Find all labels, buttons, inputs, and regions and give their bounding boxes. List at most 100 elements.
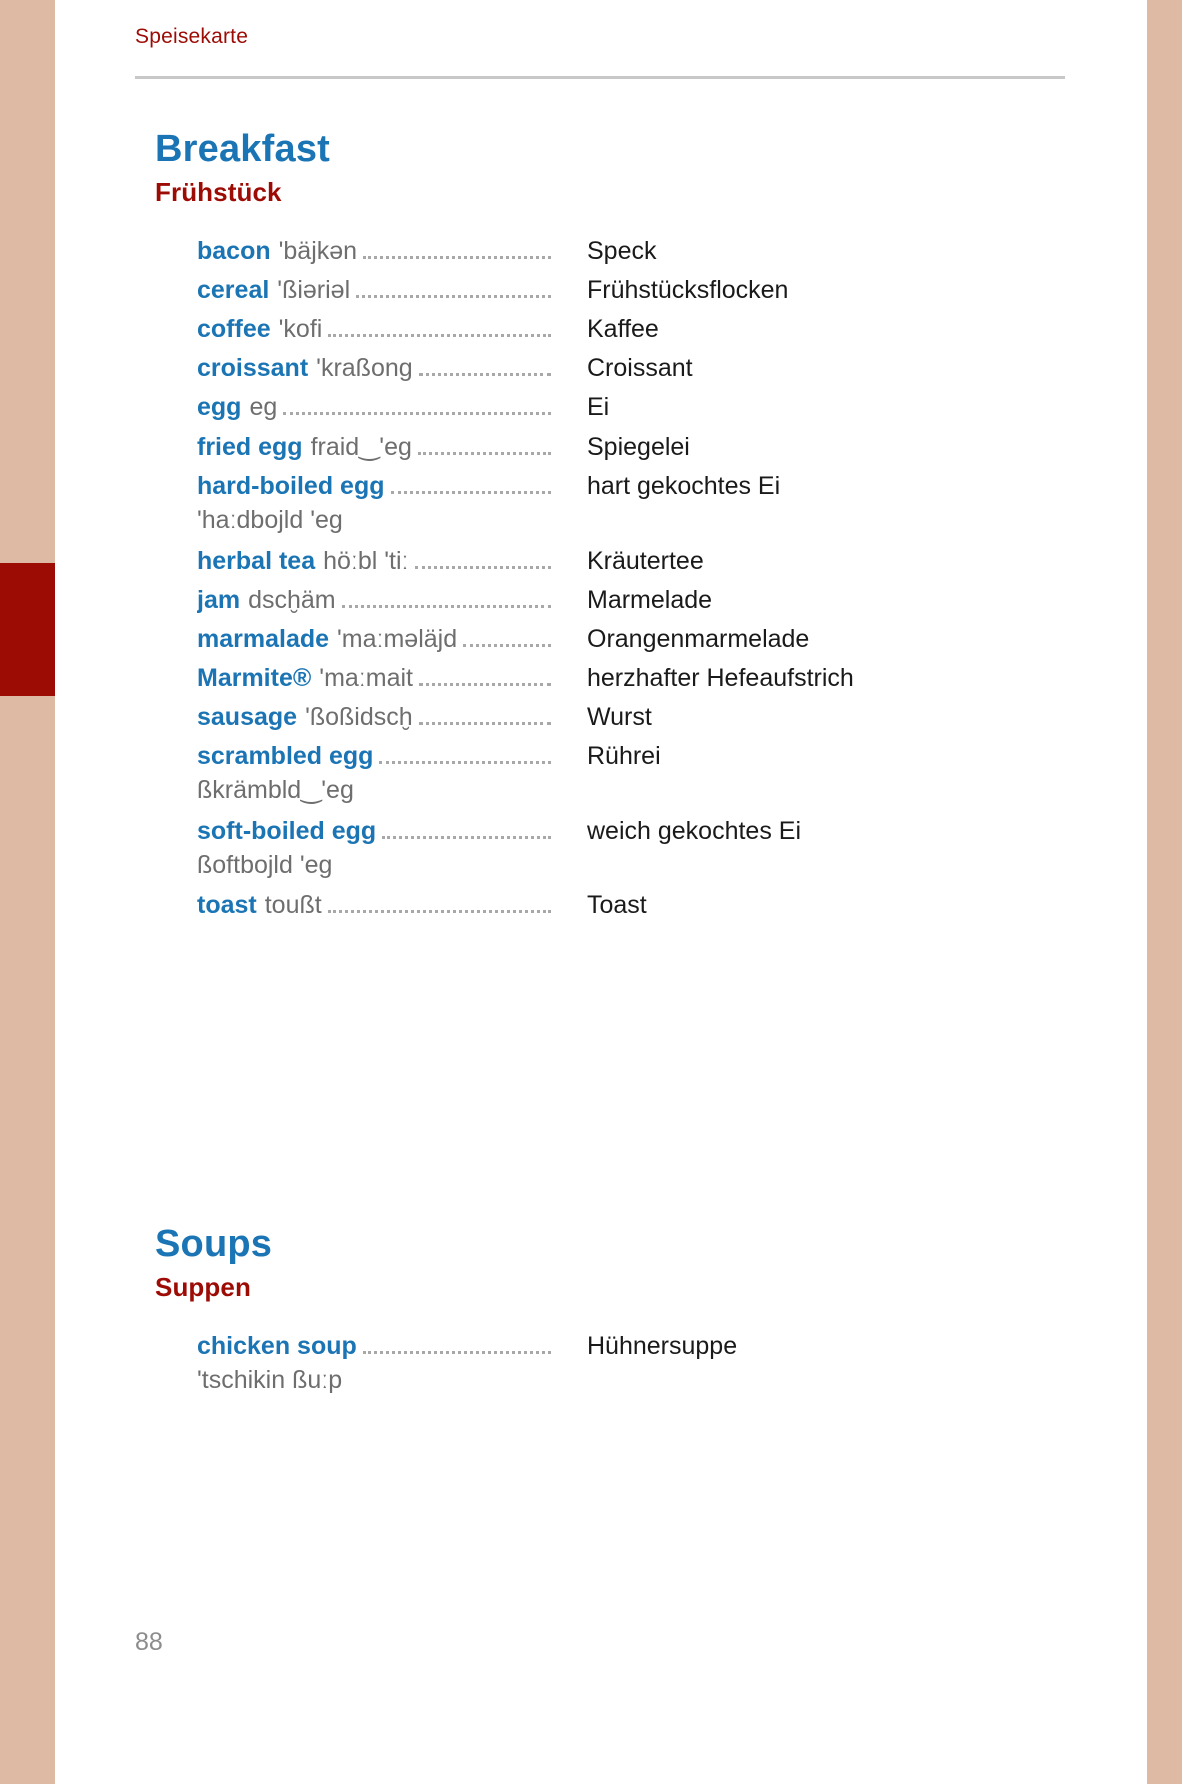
dotted-leader: [379, 760, 551, 764]
entry-headword-group: egg eg: [197, 393, 551, 422]
dictionary-entry: scrambled egg Rührei ßkrämbld‿'eg: [197, 742, 1147, 805]
page-body: Speisekarte Breakfast Frühstück bacon'bäjk…: [55, 0, 1147, 1784]
entry-main-line: toast toußt Toast: [197, 891, 1057, 920]
entry-main-line: marmalade'maːməläjd Orangenmarmelade: [197, 625, 1057, 654]
dictionary-entry: cereal'ßiəriəl Frühstücksflocken: [197, 276, 1147, 305]
entry-headword-group: soft-boiled egg: [197, 817, 551, 846]
entry-translation: Ei: [587, 393, 610, 421]
entry-translation: Marmelade: [587, 585, 713, 614]
entry-headword: bacon: [197, 237, 271, 265]
running-head: Speisekarte: [135, 25, 249, 48]
entry-headword: chicken soup: [197, 1332, 357, 1360]
entry-pronunciation: toußt: [264, 891, 322, 920]
dictionary-entry: toast toußt Toast: [197, 891, 1147, 920]
entry-headword-group: herbal tea höːbl 'tiː: [197, 547, 551, 576]
dictionary-entry: marmalade'maːməläjd Orangenmarmelade: [197, 625, 1147, 654]
entry-headword-group: marmalade'maːməläjd: [197, 625, 551, 654]
dictionary-entry: jam dscḫäm Marmelade: [197, 586, 1147, 615]
dictionary-entry: chicken soup Hühnersuppe 'tschikin ßuːp: [197, 1332, 1147, 1395]
entry-pronunciation: dscḫäm: [248, 585, 336, 614]
entry-main-line: fried egg fraid‿'eg Spiegelei: [197, 432, 1057, 462]
entry-main-line: chicken soup Hühnersuppe: [197, 1332, 1057, 1361]
entry-translation: Spiegelei: [587, 433, 690, 461]
section: Soups Suppen chicken soup Hühnersuppe 'tschi…: [55, 1225, 1147, 1407]
dictionary-entry: bacon'bäjkən Speck: [197, 237, 1147, 266]
entry-pronunciation: 'maːməläjd: [337, 624, 458, 653]
header-rule-divider: [135, 76, 1065, 79]
entry-pronunciation-second-line: ßkrämbld‿'eg: [197, 775, 354, 804]
entry-translation: Croissant: [587, 354, 693, 382]
entry-headword-group: sausage'ßoßidscḫ: [197, 703, 551, 732]
entry-pronunciation: höːbl 'tiː: [323, 546, 409, 575]
dotted-leader: [341, 604, 551, 608]
dictionary-entry: soft-boiled egg weich gekochtes Ei ßoftboj…: [197, 817, 1147, 880]
entry-headword-group: scrambled egg: [197, 742, 551, 771]
chapter-thumb-tab: [0, 563, 55, 696]
dotted-leader: [418, 682, 551, 686]
dotted-leader: [362, 1350, 551, 1354]
entry-headword: sausage: [197, 702, 298, 731]
entry-headword-group: bacon'bäjkən: [197, 237, 551, 266]
left-edge-decorative-bar: [0, 0, 55, 1784]
entry-main-line: soft-boiled egg weich gekochtes Ei: [197, 817, 1057, 846]
section-title-german: Suppen: [155, 1272, 251, 1302]
dotted-leader: [418, 721, 551, 725]
entry-main-line: egg eg Ei: [197, 393, 1057, 422]
dotted-leader: [417, 451, 551, 455]
dotted-leader: [356, 294, 551, 298]
entry-translation: Speck: [587, 237, 657, 265]
entry-translation: hart gekochtes Ei: [587, 472, 781, 500]
entry-main-line: bacon'bäjkən Speck: [197, 237, 1057, 266]
entry-headword-group: Marmite®'maːmait: [197, 664, 551, 693]
entry-headword: toast: [197, 891, 257, 920]
entry-pronunciation: 'bäjkən: [278, 237, 358, 265]
section: Breakfast Frühstück bacon'bäjkən Speck cerea…: [55, 130, 1147, 930]
dotted-leader: [363, 255, 551, 259]
entry-pronunciation: 'ßoßidscḫ: [305, 702, 413, 731]
entry-headword: coffee: [197, 315, 271, 343]
entry-pronunciation: 'kofi: [278, 315, 323, 343]
entry-main-line: cereal'ßiəriəl Frühstücksflocken: [197, 276, 1057, 305]
dictionary-entry: coffee'kofi Kaffee: [197, 315, 1147, 344]
dictionary-entry: fried egg fraid‿'eg Spiegelei: [197, 432, 1147, 462]
entry-main-line: sausage'ßoßidscḫ Wurst: [197, 703, 1057, 732]
entry-headword: fried egg: [197, 433, 303, 461]
entry-pronunciation: 'kraßong: [316, 354, 413, 382]
entry-headword: cereal: [197, 276, 270, 304]
entry-headword: Marmite®: [197, 663, 312, 692]
entry-translation: Kaffee: [587, 315, 659, 343]
entry-headword-group: toast toußt: [197, 891, 551, 920]
entry-list: bacon'bäjkən Speck cereal'ßiəriəl Frühstück…: [55, 205, 1147, 920]
entry-headword-group: fried egg fraid‿'eg: [197, 432, 551, 462]
entry-headword: hard-boiled egg: [197, 472, 385, 500]
entry-pronunciation-second-line: ßoftbojld 'eg: [197, 850, 333, 879]
dictionary-entry: hard-boiled egg hart gekochtes Ei 'haːdboj…: [197, 472, 1147, 535]
section-title-english: Breakfast: [155, 128, 331, 170]
dictionary-entry: croissant'kraßong Croissant: [197, 354, 1147, 383]
entry-main-line: hard-boiled egg hart gekochtes Ei: [197, 472, 1057, 501]
dotted-leader: [463, 643, 551, 647]
entry-pronunciation-second-line: 'haːdbojld 'eg: [197, 506, 343, 534]
dictionary-entry: Marmite®'maːmait herzhafter Hefeaufstrich: [197, 664, 1147, 693]
entry-translation: Hühnersuppe: [587, 1332, 738, 1360]
entry-translation: herzhafter Hefeaufstrich: [587, 663, 854, 692]
dictionary-entry: herbal tea höːbl 'tiː Kräutertee: [197, 547, 1147, 576]
entry-translation: weich gekochtes Ei: [587, 816, 802, 845]
entry-main-line: Marmite®'maːmait herzhafter Hefeaufstrich: [197, 664, 1057, 693]
entry-pronunciation: 'ßiəriəl: [277, 276, 351, 304]
entry-headword-group: coffee'kofi: [197, 315, 551, 344]
section-title-english: Soups: [155, 1223, 273, 1265]
entry-headword-group: hard-boiled egg: [197, 472, 551, 501]
entry-main-line: coffee'kofi Kaffee: [197, 315, 1057, 344]
right-edge-decorative-bar: [1147, 0, 1182, 1784]
entry-pronunciation-second-line: 'tschikin ßuːp: [197, 1366, 343, 1394]
entry-pronunciation: fraid‿'eg: [310, 433, 412, 461]
entry-headword: egg: [197, 393, 242, 421]
entry-headword-group: croissant'kraßong: [197, 354, 551, 383]
entry-headword-group: chicken soup: [197, 1332, 551, 1361]
entry-translation: Toast: [587, 891, 647, 920]
section-title-german: Frühstück: [155, 177, 282, 207]
entry-headword: jam: [197, 585, 241, 614]
entry-main-line: croissant'kraßong Croissant: [197, 354, 1057, 383]
entry-headword: croissant: [197, 354, 309, 382]
